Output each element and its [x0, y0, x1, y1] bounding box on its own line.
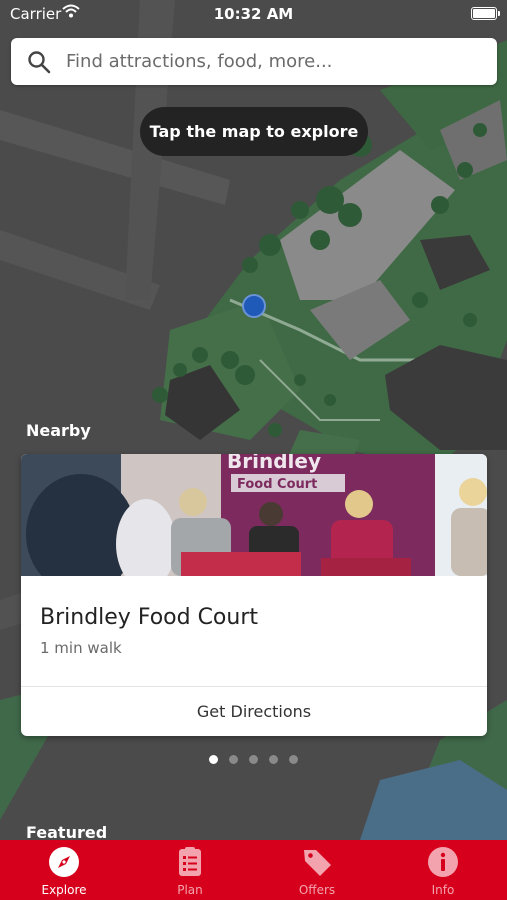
tab-explore-label: Explore [41, 883, 87, 897]
tab-offers[interactable]: Offers [254, 840, 380, 900]
sign-line2: Food Court [237, 477, 317, 492]
get-directions-button[interactable]: Get Directions [21, 687, 487, 736]
tag-icon [301, 846, 333, 882]
card-walk-time: 1 min walk [40, 639, 122, 657]
battery-icon [471, 7, 500, 20]
tab-plan-label: Plan [177, 883, 203, 897]
nearby-heading: Nearby [26, 421, 91, 440]
compass-icon [48, 846, 80, 882]
nearby-card[interactable]: Brindley Food Court Brindley Food Court … [21, 454, 487, 736]
page-dot-2[interactable] [229, 755, 238, 764]
page-dot-1[interactable] [209, 755, 218, 764]
tab-explore[interactable]: Explore [1, 840, 127, 900]
tab-plan[interactable]: Plan [127, 840, 253, 900]
tab-info-label: Info [431, 883, 455, 897]
current-location-dot [242, 294, 266, 318]
tab-offers-label: Offers [298, 883, 336, 897]
map-hint-pill: Tap the map to explore [140, 107, 368, 156]
tab-info[interactable]: Info [380, 840, 506, 900]
card-title: Brindley Food Court [40, 605, 259, 630]
search-input[interactable] [66, 38, 486, 85]
tab-bar: Explore Plan Offers Info [0, 840, 507, 900]
page-dot-3[interactable] [249, 755, 258, 764]
status-bar: Carrier 10:32 AM [0, 0, 507, 30]
search-bar[interactable] [11, 38, 497, 85]
page-dot-5[interactable] [289, 755, 298, 764]
info-icon [427, 846, 459, 882]
page-dot-4[interactable] [269, 755, 278, 764]
checklist-icon [174, 846, 206, 882]
clock-label: 10:32 AM [213, 5, 294, 23]
card-photo: Brindley Food Court [21, 454, 487, 576]
search-icon [27, 50, 51, 78]
sign-line1: Brindley [227, 454, 321, 473]
